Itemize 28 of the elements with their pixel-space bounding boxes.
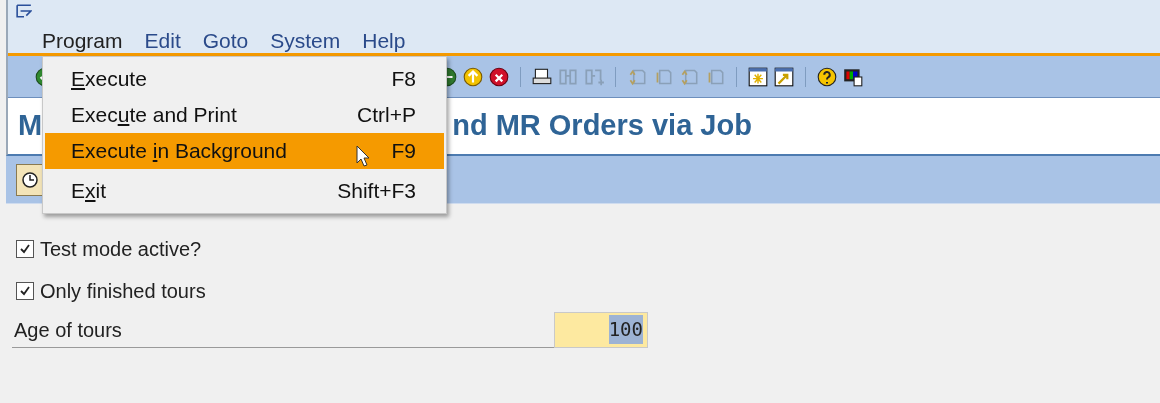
menu-item[interactable]: Execute F8 bbox=[45, 61, 444, 97]
menu-title[interactable]: System bbox=[270, 24, 341, 57]
menu-item[interactable]: Exit Shift+F3 bbox=[45, 173, 444, 209]
checkbox-label: Test mode active? bbox=[40, 237, 202, 262]
page-title: M bbox=[18, 108, 43, 144]
menu-item[interactable]: Execute in Background F9 bbox=[45, 133, 444, 169]
cancel-icon[interactable] bbox=[488, 65, 510, 88]
checkbox[interactable] bbox=[16, 282, 34, 300]
field-label: Age of tours bbox=[14, 317, 122, 343]
arrow-up-icon[interactable] bbox=[462, 65, 484, 88]
mouse-cursor-icon bbox=[356, 145, 370, 167]
page-title: nd MR Orders via Job bbox=[452, 108, 752, 144]
help-icon[interactable] bbox=[816, 65, 838, 88]
background-job-button[interactable] bbox=[16, 163, 44, 196]
clock-icon bbox=[20, 169, 40, 190]
menu-item[interactable]: Execute and Print Ctrl+P bbox=[45, 97, 444, 133]
menu-title[interactable]: Goto bbox=[202, 24, 249, 57]
age-input-field[interactable]: 100 bbox=[554, 311, 648, 348]
checkmark-icon bbox=[19, 243, 31, 255]
checkbox-label: Only finished tours bbox=[40, 279, 206, 304]
menu-title[interactable]: Edit bbox=[144, 24, 181, 57]
window-menu-icon[interactable] bbox=[16, 4, 32, 18]
shortcut-window-icon[interactable] bbox=[773, 65, 795, 88]
menu-title[interactable]: Program bbox=[42, 24, 123, 57]
checkbox[interactable] bbox=[16, 240, 34, 258]
new-window-icon[interactable] bbox=[747, 65, 769, 88]
menu-title[interactable]: Help bbox=[362, 24, 406, 57]
checkmark-icon bbox=[19, 285, 31, 297]
